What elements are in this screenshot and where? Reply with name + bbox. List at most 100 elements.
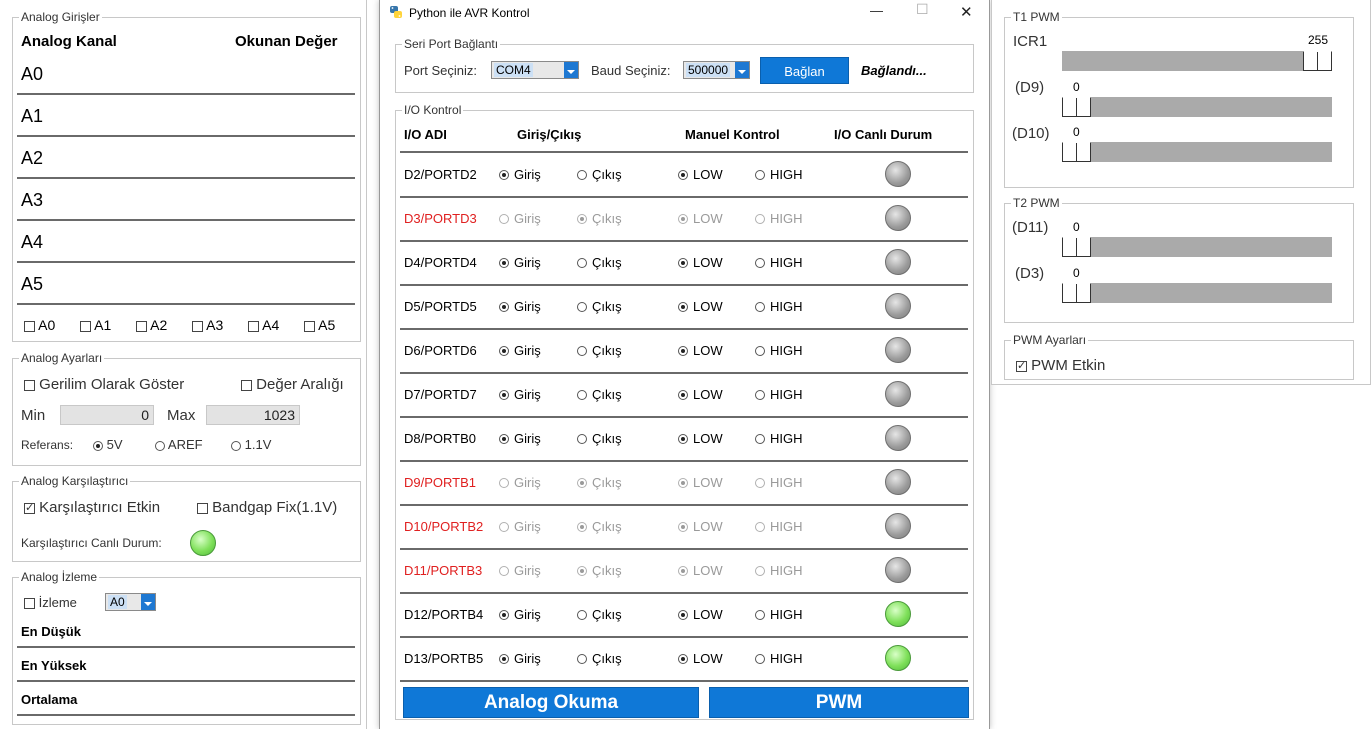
output-radio[interactable]: Çıkış [577, 299, 622, 314]
low-radio[interactable]: LOW [678, 475, 723, 490]
output-radio[interactable]: Çıkış [577, 563, 622, 578]
baud-select[interactable]: 500000 [683, 61, 750, 79]
icr1-slider-track[interactable] [1062, 51, 1332, 71]
input-radio[interactable]: Giriş [499, 519, 541, 534]
d9-slider-track[interactable] [1062, 97, 1332, 117]
ref-11v-radio[interactable]: 1.1V [231, 437, 271, 452]
channel-checkbox-a2[interactable]: A2 [136, 317, 167, 333]
range-checkbox[interactable]: Değer Aralığı [241, 376, 344, 393]
channel-checkbox-a5[interactable]: A5 [304, 317, 335, 333]
radio-icon [231, 440, 241, 451]
d11-slider-thumb[interactable] [1062, 237, 1091, 257]
channel-label-a5: A5 [21, 274, 44, 294]
radio-icon [499, 169, 509, 180]
high-radio[interactable]: HIGH [755, 255, 803, 270]
low-radio[interactable]: LOW [678, 519, 723, 534]
d10-slider-thumb[interactable] [1062, 142, 1091, 162]
input-radio[interactable]: Giriş [499, 211, 541, 226]
radio-label: Giriş [514, 299, 541, 314]
pwm-enable-checkbox[interactable]: PWM Etkin [1016, 357, 1105, 374]
input-radio[interactable]: Giriş [499, 255, 541, 270]
comparator-enable-checkbox[interactable]: Karşılaştırıcı Etkin [24, 499, 160, 516]
d10-slider-track[interactable] [1062, 142, 1332, 162]
input-radio[interactable]: Giriş [499, 563, 541, 578]
radio-label: Giriş [514, 211, 541, 226]
radio-icon [577, 521, 587, 532]
output-radio[interactable]: Çıkış [577, 343, 622, 358]
io-row: D2/PORTD2 Giriş Çıkış LOW HIGH [396, 153, 976, 198]
input-radio[interactable]: Giriş [499, 431, 541, 446]
radio-icon [499, 257, 509, 268]
low-radio[interactable]: LOW [678, 211, 723, 226]
low-radio[interactable]: LOW [678, 387, 723, 402]
channel-checkbox-a1[interactable]: A1 [80, 317, 111, 333]
t2-pwm-group: T2 PWM (D11) 0 (D3) 0 [1004, 196, 1354, 323]
output-radio[interactable]: Çıkış [577, 387, 622, 402]
input-radio[interactable]: Giriş [499, 167, 541, 182]
left-panel: Analog Girişler Analog Kanal Okunan Değe… [0, 0, 367, 729]
high-radio[interactable]: HIGH [755, 651, 803, 666]
io-pin-label: D11/PORTB3 [404, 563, 483, 578]
port-select[interactable]: COM4 [491, 61, 579, 79]
bandgap-checkbox[interactable]: Bandgap Fix(1.1V) [197, 499, 337, 516]
high-radio[interactable]: HIGH [755, 431, 803, 446]
output-radio[interactable]: Çıkış [577, 475, 622, 490]
d11-slider-track[interactable] [1062, 237, 1332, 257]
channel-checkbox-a0[interactable]: A0 [24, 317, 55, 333]
high-radio[interactable]: HIGH [755, 167, 803, 182]
output-radio[interactable]: Çıkış [577, 519, 622, 534]
d3-slider-thumb[interactable] [1062, 283, 1091, 303]
io-pin-label: D10/PORTB2 [404, 519, 484, 534]
radio-label: Çıkış [592, 343, 622, 358]
d3-slider-track[interactable] [1062, 283, 1332, 303]
low-radio[interactable]: LOW [678, 651, 723, 666]
d9-slider-thumb[interactable] [1062, 97, 1091, 117]
select-value: 500000 [686, 63, 731, 77]
high-radio[interactable]: HIGH [755, 387, 803, 402]
ref-aref-radio[interactable]: AREF [155, 437, 203, 452]
connect-button[interactable]: Bağlan [760, 57, 849, 84]
input-radio[interactable]: Giriş [499, 607, 541, 622]
watch-checkbox[interactable]: İzleme [24, 595, 77, 610]
high-radio[interactable]: HIGH [755, 475, 803, 490]
input-radio[interactable]: Giriş [499, 651, 541, 666]
voltage-checkbox[interactable]: Gerilim Olarak Göster [24, 376, 184, 393]
channel-checkbox-a3[interactable]: A3 [192, 317, 223, 333]
output-radio[interactable]: Çıkış [577, 167, 622, 182]
low-radio[interactable]: LOW [678, 299, 723, 314]
maximize-button[interactable]: ☐ [916, 2, 929, 18]
low-radio[interactable]: LOW [678, 607, 723, 622]
output-radio[interactable]: Çıkış [577, 607, 622, 622]
channel-checkbox-a4[interactable]: A4 [248, 317, 279, 333]
radio-icon [499, 653, 509, 664]
output-radio[interactable]: Çıkış [577, 651, 622, 666]
max-field[interactable]: 1023 [206, 405, 300, 425]
high-radio[interactable]: HIGH [755, 343, 803, 358]
monitor-channel-select[interactable]: A0 [105, 593, 156, 611]
ref-5v-radio[interactable]: 5V [93, 437, 123, 452]
output-radio[interactable]: Çıkış [577, 431, 622, 446]
low-radio[interactable]: LOW [678, 343, 723, 358]
output-radio[interactable]: Çıkış [577, 211, 622, 226]
analog-read-button[interactable]: Analog Okuma [403, 687, 699, 718]
low-radio[interactable]: LOW [678, 255, 723, 270]
pwm-button[interactable]: PWM [709, 687, 969, 718]
high-radio[interactable]: HIGH [755, 299, 803, 314]
low-radio[interactable]: LOW [678, 563, 723, 578]
input-radio[interactable]: Giriş [499, 299, 541, 314]
input-radio[interactable]: Giriş [499, 475, 541, 490]
high-radio[interactable]: HIGH [755, 519, 803, 534]
icr1-slider-thumb[interactable] [1303, 51, 1332, 71]
low-radio[interactable]: LOW [678, 431, 723, 446]
minimize-button[interactable]: — [870, 3, 883, 18]
analog-monitor-group: Analog İzleme İzleme A0 En Düşük En Yüks… [12, 570, 361, 725]
input-radio[interactable]: Giriş [499, 343, 541, 358]
high-radio[interactable]: HIGH [755, 563, 803, 578]
min-field[interactable]: 0 [60, 405, 154, 425]
low-radio[interactable]: LOW [678, 167, 723, 182]
high-radio[interactable]: HIGH [755, 607, 803, 622]
high-radio[interactable]: HIGH [755, 211, 803, 226]
close-button[interactable]: ✕ [960, 3, 973, 21]
input-radio[interactable]: Giriş [499, 387, 541, 402]
output-radio[interactable]: Çıkış [577, 255, 622, 270]
